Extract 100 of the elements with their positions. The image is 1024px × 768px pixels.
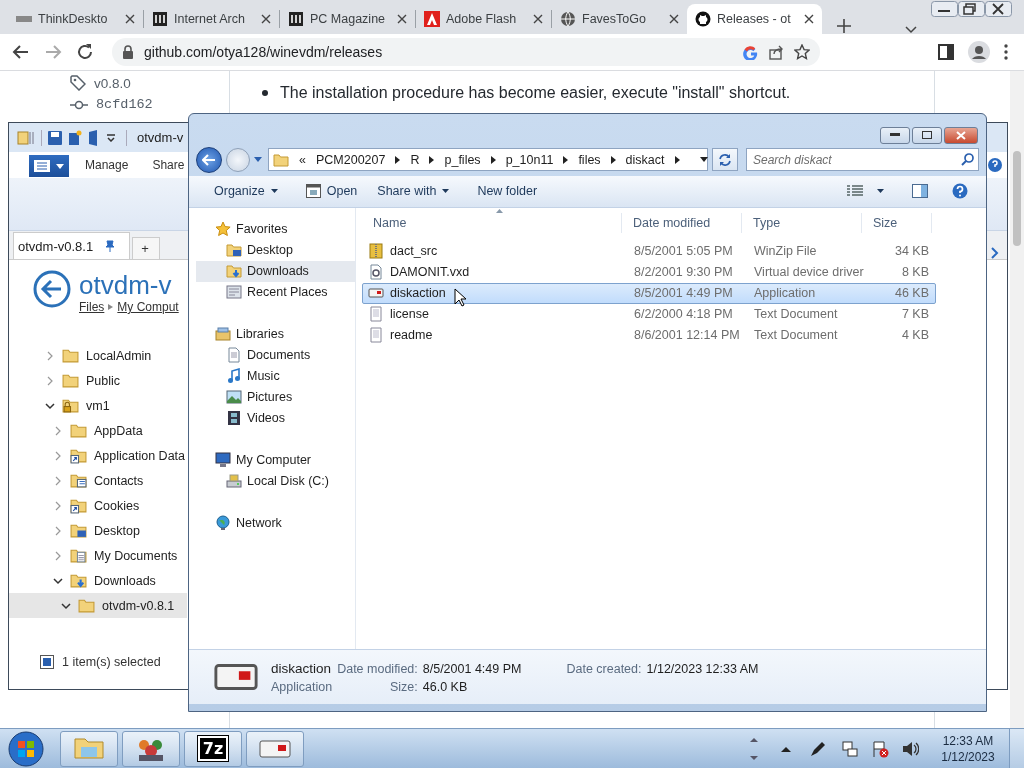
back-icon[interactable] <box>33 270 71 308</box>
browser-tab[interactable]: PC Magazine <box>280 4 415 34</box>
nav-item[interactable]: Recent Places <box>196 281 355 303</box>
caret-icon[interactable] <box>877 189 884 194</box>
tree-item[interactable]: LocalAdmin <box>9 343 187 368</box>
help-icon[interactable] <box>988 158 1002 172</box>
start-button[interactable] <box>6 729 46 768</box>
address-bar[interactable]: github.com/otya128/winevdm/releases <box>112 38 820 66</box>
file-menu-button[interactable] <box>29 155 69 177</box>
dropdown-icon[interactable] <box>106 133 116 142</box>
close-button[interactable] <box>985 1 1012 17</box>
file-row[interactable]: readme 8/6/2001 12:14 PM Text Document 4 KB <box>362 324 936 346</box>
nav-item[interactable]: Documents <box>196 344 355 366</box>
refresh-button[interactable] <box>712 148 738 172</box>
speaker-icon[interactable] <box>901 739 919 758</box>
help-icon[interactable] <box>952 183 968 200</box>
minimize-button[interactable] <box>931 1 958 17</box>
tree-item[interactable]: Cookies <box>9 493 187 518</box>
browser-tab[interactable]: Adobe Flash <box>416 4 551 34</box>
nav-group[interactable]: Network <box>196 512 355 534</box>
close-icon[interactable] <box>125 14 135 24</box>
history-dropdown-icon[interactable] <box>254 157 262 163</box>
profile-icon[interactable] <box>968 41 990 63</box>
nav-item[interactable]: Local Disk (C:) <box>196 470 355 492</box>
door-icon[interactable] <box>88 129 100 146</box>
close-icon[interactable] <box>533 14 543 24</box>
column-header[interactable]: Size <box>862 212 932 233</box>
search-box[interactable]: Search diskact <box>746 148 979 172</box>
close-icon[interactable] <box>261 14 271 24</box>
close-icon[interactable] <box>804 14 814 24</box>
file-row[interactable]: DAMONIT.vxd 8/2/2001 9:30 PM Virtual device driver 8 KB <box>362 261 936 283</box>
close-icon[interactable] <box>669 14 679 24</box>
network-icon[interactable] <box>841 739 859 758</box>
browser-tab[interactable]: Internet Arch <box>144 4 279 34</box>
view-icon[interactable] <box>40 654 54 669</box>
chevron-icon[interactable] <box>61 600 71 611</box>
nav-item[interactable]: Pictures <box>196 386 355 408</box>
tree-item[interactable]: My Documents <box>9 543 187 568</box>
star-icon[interactable] <box>794 44 810 60</box>
tree-item[interactable]: Application Data <box>9 443 187 468</box>
ribbon-tab[interactable]: Manage <box>77 158 137 172</box>
toolbar-button[interactable]: Open <box>296 179 367 204</box>
tree-item[interactable]: Downloads <box>9 568 187 593</box>
search-input[interactable]: Search diskact <box>747 152 961 167</box>
show-hidden-icon[interactable] <box>781 745 791 752</box>
toolbar-button[interactable]: Share with <box>368 179 459 204</box>
google-logo-icon[interactable] <box>743 44 758 60</box>
menu-icon[interactable] <box>1004 44 1008 60</box>
tree-item[interactable]: Desktop <box>9 518 187 543</box>
tree-item[interactable]: Public <box>9 368 187 393</box>
toolbar-button[interactable]: New folder <box>468 179 547 204</box>
side-panel-icon[interactable] <box>938 44 954 60</box>
reload-icon[interactable] <box>76 43 94 61</box>
back-button[interactable] <box>196 146 222 173</box>
file-row[interactable]: license 6/2/2000 4:18 PM Text Document 7 KB <box>362 303 936 325</box>
toolbar-button[interactable]: Organize <box>205 179 287 204</box>
close-button[interactable] <box>944 126 978 144</box>
taskbar-button[interactable] <box>122 730 180 767</box>
column-header[interactable]: Type <box>742 212 862 233</box>
chevron-icon[interactable] <box>45 400 55 411</box>
nav-group[interactable]: Favorites <box>196 218 355 240</box>
file-row[interactable]: diskaction 8/5/2001 4:49 PM Application 46 KB <box>362 282 936 304</box>
ribbon-tab[interactable]: Share <box>144 158 193 172</box>
tree-item[interactable]: otvdm-v0.8.1 <box>9 593 187 618</box>
nav-group[interactable]: Libraries <box>196 323 355 345</box>
browser-tab[interactable]: FavesToGo <box>552 4 687 34</box>
flag-icon[interactable] <box>871 739 889 758</box>
pen-icon[interactable] <box>809 739 827 758</box>
column-header[interactable]: Date modified <box>622 212 742 233</box>
nav-group[interactable]: My Computer <box>196 449 355 471</box>
breadcrumb-link[interactable]: My Comput <box>117 300 179 314</box>
folder-tab[interactable]: otvdm-v0.8.1 <box>13 232 131 259</box>
address-bar[interactable]: « PCM200207 R p_files p_10n11 files diskact <box>268 148 708 172</box>
new-tab-icon[interactable] <box>836 18 852 34</box>
tree-item[interactable]: Contacts <box>9 468 187 493</box>
file-row[interactable]: dact_src 8/5/2001 5:05 PM WinZip File 34 KB <box>362 240 936 262</box>
back-icon[interactable] <box>12 43 30 61</box>
chevron-icon[interactable] <box>53 575 63 586</box>
restore-button[interactable] <box>958 1 985 17</box>
tree-item[interactable]: AppData <box>9 418 187 443</box>
nav-item[interactable]: Desktop <box>196 239 355 261</box>
breadcrumb-link[interactable]: Files <box>79 300 105 314</box>
minimize-button[interactable] <box>880 126 910 144</box>
maximize-button[interactable] <box>912 126 942 144</box>
view-options-icon[interactable] <box>847 185 863 198</box>
new-item-icon[interactable] <box>68 129 82 146</box>
close-icon[interactable] <box>397 14 407 24</box>
tree-item[interactable]: vm1 <box>9 393 187 418</box>
new-tab-button[interactable]: + <box>132 237 161 259</box>
browser-tab[interactable]: ThinkDeskto <box>8 4 143 34</box>
taskbar-button[interactable] <box>246 730 304 767</box>
browser-tab[interactable]: Releases - ot <box>687 4 822 34</box>
nav-item[interactable]: Music <box>196 365 355 387</box>
taskbar-button[interactable]: 7z <box>184 730 242 767</box>
preview-pane-icon[interactable] <box>912 184 928 199</box>
share-icon[interactable] <box>768 44 784 60</box>
nav-item[interactable]: Videos <box>196 407 355 429</box>
nav-item[interactable]: Downloads <box>196 260 355 282</box>
tab-list-icon[interactable] <box>905 26 917 34</box>
save-icon[interactable] <box>48 130 62 145</box>
